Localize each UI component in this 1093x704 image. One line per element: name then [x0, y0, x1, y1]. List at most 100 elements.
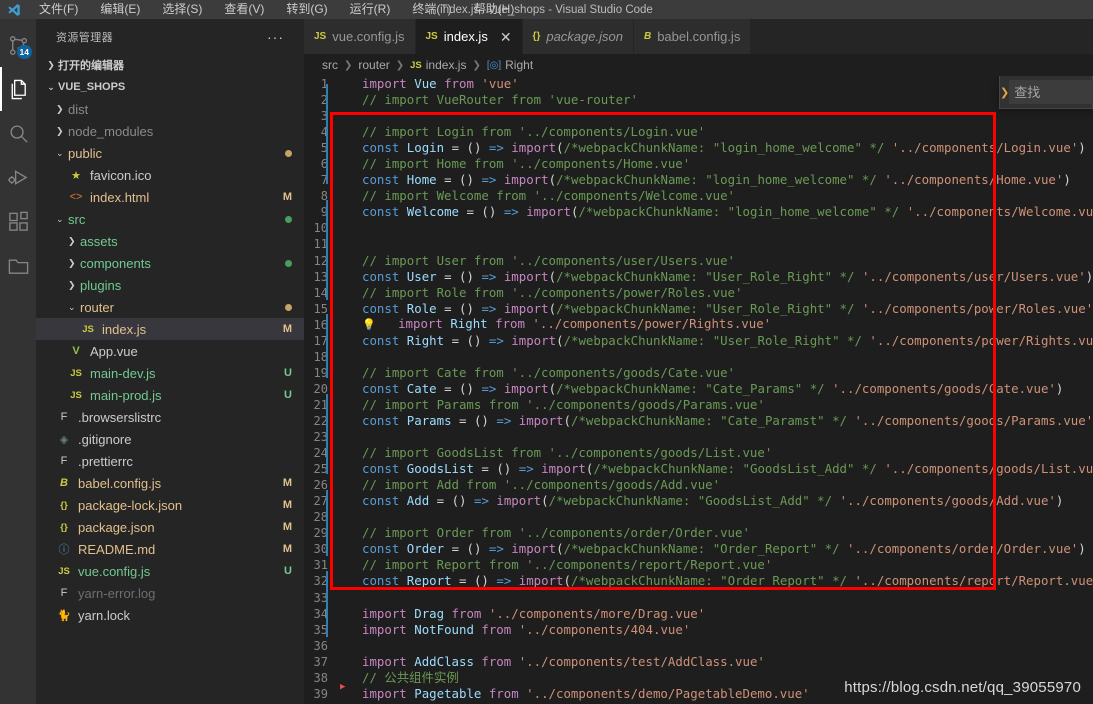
- code-line: 18: [304, 349, 1093, 365]
- breadcrumb-src[interactable]: src: [322, 58, 338, 72]
- tree-item-assets[interactable]: ❯ assets: [36, 230, 304, 252]
- code-line: 32 const Report = () => import(/*webpackC…: [304, 573, 1093, 589]
- tree-item-label: public: [68, 145, 102, 161]
- line-number: 2: [320, 93, 328, 108]
- tree-item-yarn-lock[interactable]: 🐈 yarn.lock: [36, 604, 304, 626]
- lightbulb-icon[interactable]: 💡: [362, 318, 376, 331]
- tree-item-babel-config-js[interactable]: Bbabel.config.js M: [36, 472, 304, 494]
- line-number: 36: [313, 638, 328, 653]
- tree-item-main-dev-js[interactable]: JS main-dev.js U: [36, 362, 304, 384]
- tab-babel-config-js[interactable]: B babel.config.js: [633, 19, 752, 54]
- tree-item-package-json[interactable]: {} package.json M: [36, 516, 304, 538]
- line-text: 💡 import Right from '../components/power…: [362, 316, 772, 332]
- code-line: 24 // import GoodsList from '../component…: [304, 445, 1093, 461]
- tree-item-main-prod-js[interactable]: JS main-prod.js U: [36, 384, 304, 406]
- code-editor[interactable]: 1 import Vue from 'vue' 2 // import VueRout…: [304, 76, 1093, 704]
- menu-run[interactable]: 运行(R): [339, 0, 402, 19]
- tree-item-yarn-error-log[interactable]: Fyarn-error.log: [36, 582, 304, 604]
- code-line: 25 const GoodsList = () => import(/*webpa…: [304, 461, 1093, 477]
- chevron-right-icon: ❯: [68, 279, 76, 290]
- source-control-icon[interactable]: 14: [0, 23, 36, 67]
- extensions-icon[interactable]: [0, 199, 36, 243]
- code-line: 2 // import VueRouter from 'vue-router': [304, 92, 1093, 108]
- tree-item-favicon-ico[interactable]: ★ favicon.ico: [36, 164, 304, 186]
- tree-item-package-lock-json[interactable]: {} package-lock.json M: [36, 494, 304, 516]
- tree-item-label: components: [80, 255, 151, 271]
- tab-label: babel.config.js: [657, 29, 741, 44]
- breadcrumb-router[interactable]: router: [358, 58, 389, 72]
- tree-item--prettierrc[interactable]: F .prettierrc: [36, 450, 304, 472]
- tree-item-label: router: [80, 299, 114, 315]
- tab-index-js[interactable]: JS index.js ✕: [415, 19, 523, 54]
- line-text: // import Add from '../components/goods/…: [362, 477, 721, 493]
- code-line: 6 // import Home from '../components/Home…: [304, 156, 1093, 172]
- section-project-root[interactable]: ⌄ VUE_SHOPS: [36, 76, 304, 98]
- tree-item-index-js[interactable]: JS index.js M: [36, 318, 304, 340]
- remote-folder-icon[interactable]: [0, 243, 36, 287]
- tree-item--browserslistrc[interactable]: F .browserslistrc: [36, 406, 304, 428]
- tree-item--gitignore[interactable]: ◈ .gitignore: [36, 428, 304, 450]
- code-line: 22 const Params = () => import(/*webpackC…: [304, 413, 1093, 429]
- more-actions-icon[interactable]: ···: [267, 29, 284, 45]
- js-icon: JS: [70, 367, 82, 379]
- code-line: 15 const Role = () => import(/*webpackChu…: [304, 301, 1093, 317]
- tree-item-label: package.json: [78, 519, 155, 535]
- find-input[interactable]: [1009, 80, 1093, 104]
- line-number: 6: [320, 157, 328, 172]
- section-project-label: VUE_SHOPS: [58, 81, 126, 93]
- breadcrumb-symbol[interactable]: Right: [505, 58, 533, 72]
- tree-item-router[interactable]: ⌄ router: [36, 296, 304, 318]
- line-text: import Drag from '../components/more/Dra…: [362, 605, 706, 621]
- babel-icon: B: [643, 31, 652, 42]
- line-number: 23: [313, 430, 328, 445]
- line-text: // import Home from '../components/Home.…: [362, 156, 691, 172]
- chevron-right-icon: ❯: [472, 59, 481, 71]
- yarn-icon: 🐈: [57, 609, 71, 622]
- tree-item-dist[interactable]: ❯ dist: [36, 98, 304, 120]
- search-icon[interactable]: [0, 111, 36, 155]
- tab-vue-config-js[interactable]: JS vue.config.js: [304, 19, 416, 54]
- tree-item-readme-md[interactable]: ⓘ README.md M: [36, 538, 304, 560]
- js-icon: JS: [82, 323, 94, 335]
- close-icon[interactable]: ✕: [500, 30, 512, 44]
- tree-item-index-html[interactable]: <> index.html M: [36, 186, 304, 208]
- tree-item-app-vue[interactable]: V App.vue: [36, 340, 304, 362]
- tree-item-label: index.html: [90, 189, 150, 205]
- breadcrumb-file[interactable]: index.js: [426, 58, 467, 72]
- menu-edit[interactable]: 编辑(E): [89, 0, 151, 19]
- folder-change-dot: [285, 303, 292, 311]
- line-number: 26: [313, 478, 328, 493]
- run-and-debug-icon[interactable]: [0, 155, 36, 199]
- line-text: // import Welcome from '../components/We…: [362, 188, 735, 204]
- line-number: 31: [313, 558, 328, 573]
- menu-file[interactable]: 文件(F): [28, 0, 89, 19]
- code-line: 9 const Welcome = () => import(/*webpackC…: [304, 204, 1093, 220]
- section-open-editors[interactable]: ❯ 打开的编辑器: [36, 54, 304, 76]
- chevron-right-icon[interactable]: ❯: [1000, 86, 1009, 99]
- code-line: 17 const Right = () => import(/*webpackCh…: [304, 333, 1093, 349]
- tree-item-public[interactable]: ⌄ public: [36, 142, 304, 164]
- menu-go[interactable]: 转到(G): [275, 0, 338, 19]
- line-text: // import Role from '../components/power…: [362, 284, 743, 300]
- line-text: // 公共组件实例: [362, 669, 459, 685]
- menu-terminal[interactable]: 终端(T): [401, 0, 462, 19]
- tree-item-plugins[interactable]: ❯ plugins: [36, 274, 304, 296]
- explorer-files-icon[interactable]: [0, 67, 36, 111]
- line-number: 39: [313, 686, 328, 701]
- line-text: const Welcome = () => import(/*webpackCh…: [362, 204, 1093, 220]
- menu-view[interactable]: 查看(V): [213, 0, 275, 19]
- menu-bar[interactable]: 文件(F) 编辑(E) 选择(S) 查看(V) 转到(G) 运行(R) 终端(T…: [28, 0, 525, 19]
- tree-item-node-modules[interactable]: ❯ node_modules: [36, 120, 304, 142]
- code-line: 36: [304, 638, 1093, 654]
- menu-selection[interactable]: 选择(S): [151, 0, 213, 19]
- line-number: 22: [313, 413, 328, 428]
- code-line: 31 // import Report from '../components/r…: [304, 557, 1093, 573]
- find-widget[interactable]: ❯: [999, 76, 1093, 109]
- tree-item-src[interactable]: ⌄ src: [36, 208, 304, 230]
- tab-package-json[interactable]: {} package.json: [522, 19, 634, 54]
- chevron-right-icon: ❯: [68, 235, 76, 246]
- tree-item-vue-config-js[interactable]: JS vue.config.js U: [36, 560, 304, 582]
- menu-help[interactable]: 帮助(H): [463, 0, 526, 19]
- git-status-badge: M: [282, 499, 292, 511]
- tree-item-components[interactable]: ❯ components: [36, 252, 304, 274]
